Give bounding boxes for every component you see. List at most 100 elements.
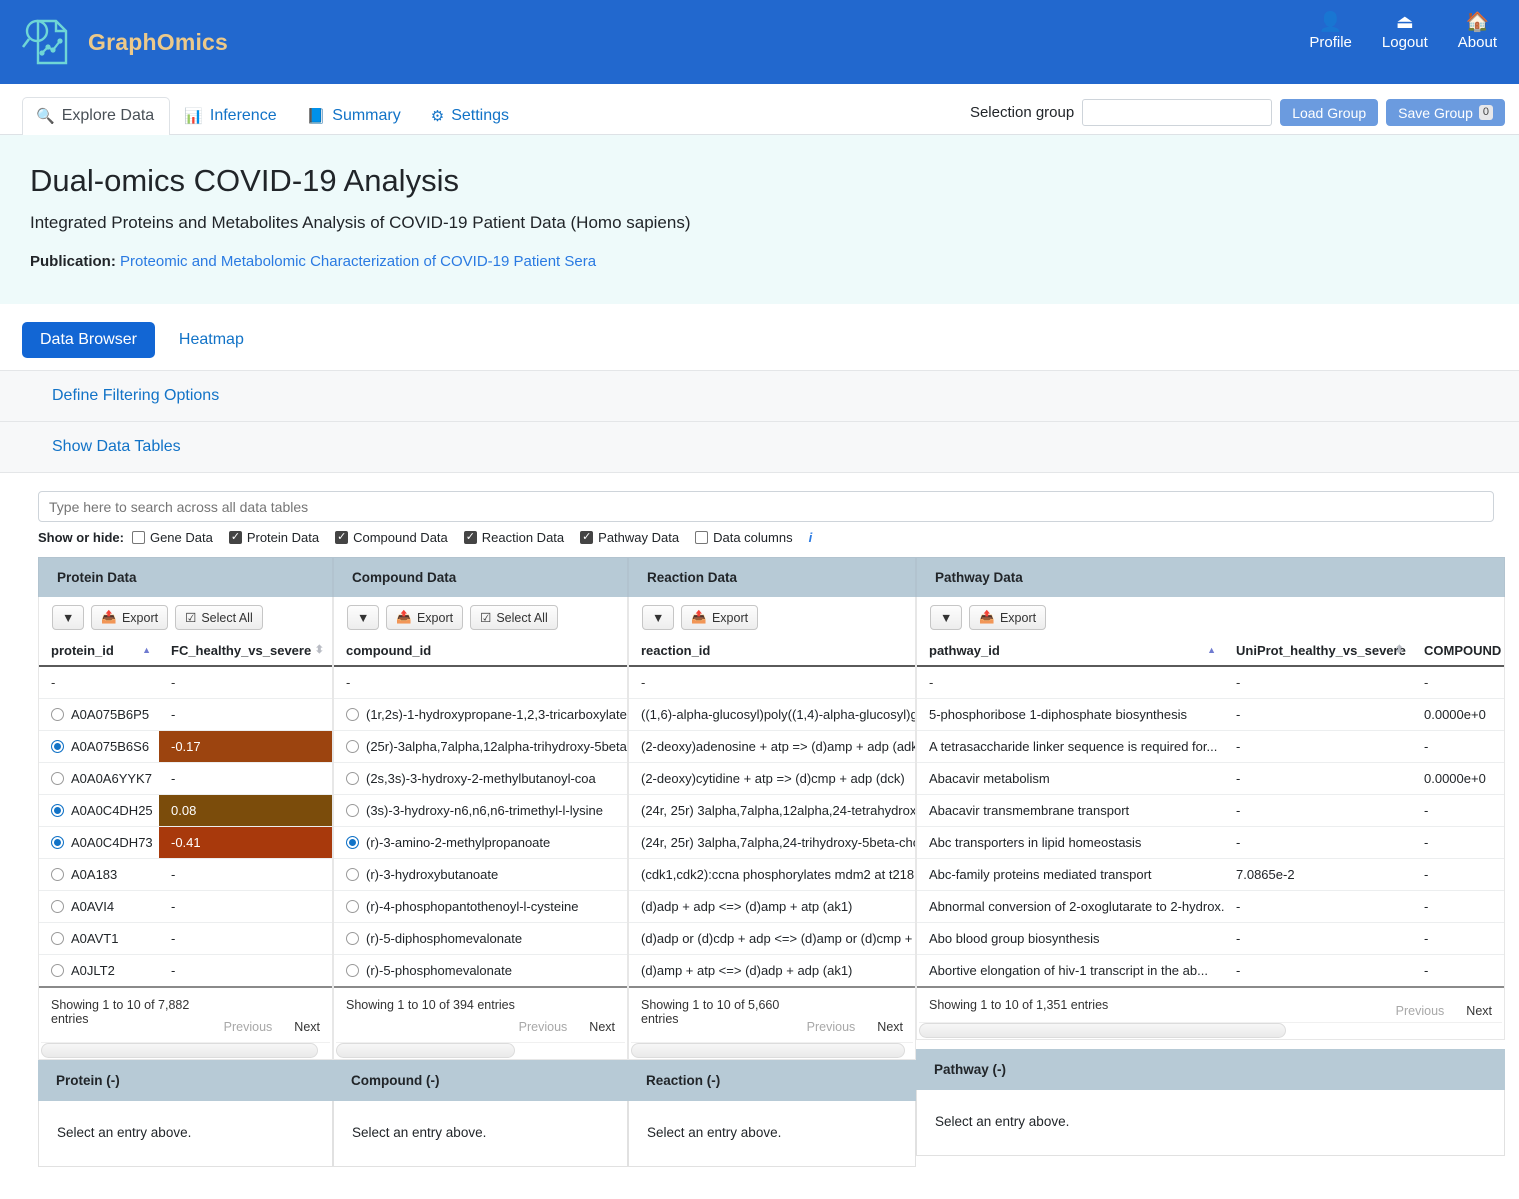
compound-id-cell[interactable]: (r)-3-amino-2-methylpropanoate	[334, 826, 627, 859]
pathway-id-cell[interactable]: Abortive elongation of hiv-1 transcript …	[917, 954, 1224, 988]
row-radio[interactable]	[346, 740, 359, 753]
compound-id-cell[interactable]: (r)-3-hydroxybutanoate	[334, 858, 627, 891]
row-radio[interactable]	[346, 708, 359, 721]
row-radio[interactable]	[51, 964, 64, 977]
reaction-id-cell[interactable]: (2-deoxy)cytidine + atp => (d)cmp + adp …	[629, 762, 915, 795]
tab-inference[interactable]: 📊 Inference	[170, 97, 292, 135]
pathway-col-uniprot[interactable]: UniProt_healthy_vs_severe	[1224, 636, 1412, 667]
checkbox-gene-data[interactable]	[131, 531, 145, 544]
pathway-col-compound[interactable]: COMPOUND	[1412, 636, 1504, 667]
protein-id-cell[interactable]: A0AVI4	[39, 890, 159, 923]
table-row[interactable]: (r)-4-phosphopantothenoyl-l-cysteine	[334, 890, 627, 923]
load-group-button[interactable]: Load Group	[1280, 99, 1379, 126]
row-radio[interactable]	[346, 804, 359, 817]
accordion-define-filtering-options[interactable]: Define Filtering Options	[0, 371, 1519, 422]
row-radio[interactable]	[51, 740, 64, 753]
protein-id-cell[interactable]: A0AVT1	[39, 922, 159, 955]
row-radio[interactable]	[346, 900, 359, 913]
protein-next-button[interactable]: Next	[294, 1020, 320, 1034]
table-row[interactable]: (d)amp + atp <=> (d)adp + adp (ak1)	[629, 954, 915, 988]
reaction-id-cell[interactable]: (cdk1,cdk2):ccna phosphorylates mdm2 at …	[629, 858, 915, 891]
nav-logout[interactable]: ⏏ Logout	[1382, 12, 1428, 52]
table-row[interactable]: Abacavir transmembrane transport - -	[917, 794, 1504, 827]
table-row[interactable]: (cdk1,cdk2):ccna phosphorylates mdm2 at …	[629, 858, 915, 891]
table-row[interactable]: (2s,3s)-3-hydroxy-2-methylbutanoyl-coa	[334, 762, 627, 795]
protein-previous-button[interactable]: Previous	[224, 1020, 273, 1034]
compound-hscrollbar[interactable]	[336, 1042, 625, 1058]
pill-heatmap[interactable]: Heatmap	[161, 322, 262, 358]
toggle-data-columns[interactable]: Data columns	[695, 530, 793, 545]
row-radio[interactable]	[346, 932, 359, 945]
publication-link[interactable]: Proteomic and Metabolomic Characterizati…	[120, 253, 596, 270]
pathway-id-cell[interactable]: Abc transporters in lipid homeostasis	[917, 826, 1224, 859]
table-row[interactable]: A tetrasaccharide linker sequence is req…	[917, 730, 1504, 763]
pathway-dropdown-button[interactable]: ▼	[930, 605, 963, 630]
compound-dropdown-button[interactable]: ▼	[347, 605, 380, 630]
pathway-id-cell[interactable]: A tetrasaccharide linker sequence is req…	[917, 730, 1224, 763]
toggle-reaction-data[interactable]: Reaction Data	[463, 530, 564, 545]
table-row[interactable]: A0A075B6S6 -0.17	[39, 730, 332, 763]
row-radio[interactable]	[51, 772, 64, 785]
accordion-show-data-tables[interactable]: Show Data Tables	[0, 422, 1519, 472]
pathway-previous-button[interactable]: Previous	[1396, 1004, 1445, 1018]
checkbox-data-columns[interactable]	[695, 531, 709, 544]
reaction-id-cell[interactable]: (2-deoxy)adenosine + atp => (d)amp + adp…	[629, 730, 915, 763]
row-radio[interactable]	[51, 900, 64, 913]
row-radio[interactable]	[51, 804, 64, 817]
row-radio[interactable]	[51, 932, 64, 945]
table-row[interactable]: A0A183 -	[39, 858, 332, 891]
reaction-export-button[interactable]: 📤 Export	[681, 605, 759, 630]
table-row[interactable]: Abc transporters in lipid homeostasis - …	[917, 826, 1504, 859]
compound-id-cell[interactable]: (25r)-3alpha,7alpha,12alpha-trihydroxy-5…	[334, 730, 627, 763]
compound-id-cell[interactable]: (3s)-3-hydroxy-n6,n6,n6-trimethyl-l-lysi…	[334, 794, 627, 827]
protein-dropdown-button[interactable]: ▼	[52, 605, 85, 630]
selection-group-input[interactable]	[1082, 99, 1273, 126]
tab-settings[interactable]: ⚙ Settings	[417, 97, 525, 135]
compound-id-cell[interactable]: (r)-4-phosphopantothenoyl-l-cysteine	[334, 890, 627, 923]
table-row[interactable]: A0JLT2 -	[39, 954, 332, 988]
pathway-id-cell[interactable]: Abacavir transmembrane transport	[917, 794, 1224, 827]
table-row[interactable]: A0AVI4 -	[39, 890, 332, 923]
nav-profile[interactable]: 👤 Profile	[1309, 12, 1352, 52]
table-row[interactable]: (2-deoxy)cytidine + atp => (d)cmp + adp …	[629, 762, 915, 795]
protein-col-protein-id[interactable]: protein_id	[39, 636, 159, 667]
compound-id-cell[interactable]: (1r,2s)-1-hydroxypropane-1,2,3-tricarbox…	[334, 698, 627, 731]
row-radio[interactable]	[346, 868, 359, 881]
protein-export-button[interactable]: 📤 Export	[91, 605, 169, 630]
compound-id-cell[interactable]: (r)-5-diphosphomevalonate	[334, 922, 627, 955]
table-row[interactable]: (2-deoxy)adenosine + atp => (d)amp + adp…	[629, 730, 915, 763]
protein-id-cell[interactable]: A0A0C4DH73	[39, 826, 159, 859]
compound-previous-button[interactable]: Previous	[519, 1020, 568, 1034]
table-row[interactable]: (3s)-3-hydroxy-n6,n6,n6-trimethyl-l-lysi…	[334, 794, 627, 827]
reaction-id-cell[interactable]: (d)adp or (d)cdp + adp <=> (d)amp or (d)…	[629, 922, 915, 955]
table-row[interactable]: A0AVT1 -	[39, 922, 332, 955]
table-row[interactable]: A0A0C4DH73 -0.41	[39, 826, 332, 859]
table-row[interactable]: A0A0C4DH25 0.08	[39, 794, 332, 827]
table-row[interactable]: (1r,2s)-1-hydroxypropane-1,2,3-tricarbox…	[334, 698, 627, 731]
protein-id-cell[interactable]: A0A075B6S6	[39, 730, 159, 763]
compound-next-button[interactable]: Next	[589, 1020, 615, 1034]
table-row[interactable]: (d)adp or (d)cdp + adp <=> (d)amp or (d)…	[629, 922, 915, 955]
table-row[interactable]: Abnormal conversion of 2-oxoglutarate to…	[917, 890, 1504, 923]
table-row[interactable]: (24r, 25r) 3alpha,7alpha,24-trihydroxy-5…	[629, 826, 915, 859]
pill-data-browser[interactable]: Data Browser	[22, 322, 155, 358]
tab-explore-data[interactable]: 🔍 Explore Data	[22, 97, 171, 135]
table-row[interactable]: Abacavir metabolism - 0.0000e+0	[917, 762, 1504, 795]
table-row[interactable]: Abo blood group biosynthesis - -	[917, 922, 1504, 955]
reaction-previous-button[interactable]: Previous	[807, 1020, 856, 1034]
reaction-next-button[interactable]: Next	[877, 1020, 903, 1034]
brand[interactable]: GraphOmics	[18, 13, 228, 71]
table-row[interactable]: (25r)-3alpha,7alpha,12alpha-trihydroxy-5…	[334, 730, 627, 763]
table-row[interactable]: ((1,6)-alpha-glucosyl)poly((1,4)-alpha-g…	[629, 698, 915, 731]
table-row[interactable]: (r)-3-amino-2-methylpropanoate	[334, 826, 627, 859]
table-row[interactable]: 5-phosphoribose 1-diphosphate biosynthes…	[917, 698, 1504, 731]
reaction-id-cell[interactable]: ((1,6)-alpha-glucosyl)poly((1,4)-alpha-g…	[629, 698, 915, 731]
reaction-hscrollbar[interactable]	[631, 1042, 913, 1058]
compound-col-compound-id[interactable]: compound_id	[334, 636, 627, 667]
protein-id-cell[interactable]: A0A183	[39, 858, 159, 891]
reaction-id-cell[interactable]: (24r, 25r) 3alpha,7alpha,12alpha,24-tetr…	[629, 794, 915, 827]
pathway-id-cell[interactable]: Abacavir metabolism	[917, 762, 1224, 795]
checkbox-reaction-data[interactable]	[463, 530, 477, 544]
reaction-id-cell[interactable]: (24r, 25r) 3alpha,7alpha,24-trihydroxy-5…	[629, 826, 915, 859]
row-radio[interactable]	[346, 964, 359, 977]
